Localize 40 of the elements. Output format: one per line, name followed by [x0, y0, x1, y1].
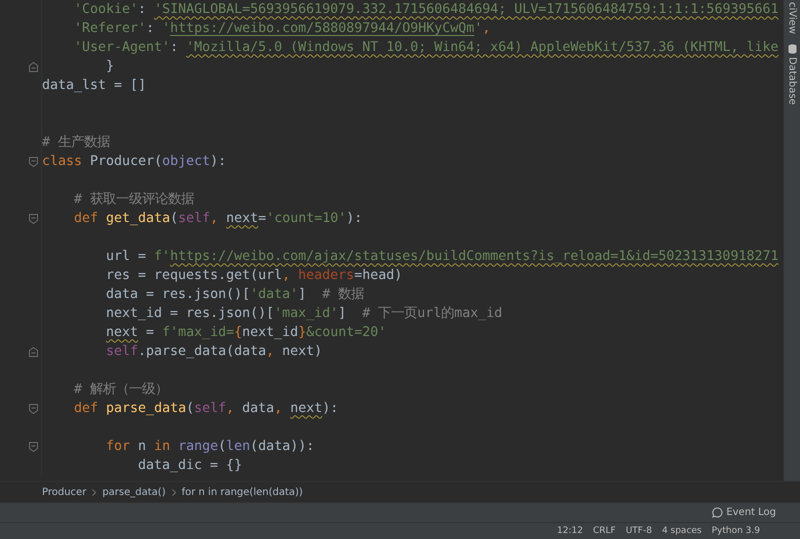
- code-line: # 生产数据: [42, 134, 110, 152]
- code-line: next_id = res.json()['max_id'] # 下一页url的max_id: [106, 304, 502, 322]
- code-line: url = f'https://weibo.com/ajax/statuses/buildComments?is_reload=1&id=502313130918271: [106, 248, 778, 266]
- status-item[interactable]: UTF-8: [626, 526, 652, 536]
- fold-icon[interactable]: [29, 156, 38, 166]
- fold-icon[interactable]: [29, 346, 38, 356]
- fold-icon[interactable]: [29, 404, 38, 414]
- speech-bubble-icon: [712, 507, 724, 518]
- breadcrumb-item[interactable]: parse_data(): [102, 486, 166, 498]
- code-line: class Producer(object):: [42, 152, 226, 170]
- code-line: # 解析（一级）: [74, 380, 168, 398]
- status-item[interactable]: Python 3.9: [712, 526, 760, 536]
- code-line: res = requests.get(url, headers=head): [106, 266, 402, 284]
- code-line: 'User-Agent': 'Mozilla/5.0 (Windows NT 10.0; Win64; x64) AppleWebKit/537.36 (KHTML, like: [74, 38, 778, 56]
- code-line: # 获取一级评论数据: [74, 190, 194, 208]
- side-tool-tab[interactable]: Database: [786, 42, 798, 107]
- side-tool-tab[interactable]: ciView: [786, 0, 798, 36]
- event-log-button[interactable]: Event Log: [710, 506, 778, 519]
- status-item[interactable]: 4 spaces: [662, 526, 702, 536]
- fold-icon[interactable]: [29, 62, 38, 72]
- code-line: data = res.json()['data'] # 数据: [106, 286, 364, 304]
- code-line: data_dic = {}: [138, 456, 242, 474]
- status-item[interactable]: 12:12: [557, 526, 583, 536]
- breadcrumb-item[interactable]: for n in range(len(data)): [182, 486, 303, 498]
- status-item[interactable]: CRLF: [592, 526, 616, 536]
- code-line: def get_data(self, next='count=10'):: [74, 210, 362, 228]
- fold-icon[interactable]: [29, 214, 38, 224]
- code-line: self.parse_data(data, next): [106, 342, 322, 360]
- code-line: next = f'max_id={next_id}&count=20': [106, 324, 386, 342]
- code-line: 'Cookie': 'SINAGLOBAL=5693956619079.332.1715606484694; ULV=1715606484759:1:1:1:569395661: [74, 0, 778, 18]
- breadcrumb-item[interactable]: Producer: [42, 486, 86, 498]
- code-line: def parse_data(self, data, next):: [74, 400, 338, 418]
- chevron-icon: [172, 488, 176, 496]
- code-line: data_lst = []: [42, 76, 146, 94]
- code-line: }: [106, 58, 114, 76]
- database-icon: [788, 44, 796, 54]
- code-line: for n in range(len(data)):: [106, 438, 314, 456]
- fold-icon[interactable]: [29, 442, 38, 452]
- chevron-icon: [92, 488, 96, 496]
- code-line: 'Referer': 'https://weibo.com/5880897944/O9HKyCwQm',: [74, 20, 490, 38]
